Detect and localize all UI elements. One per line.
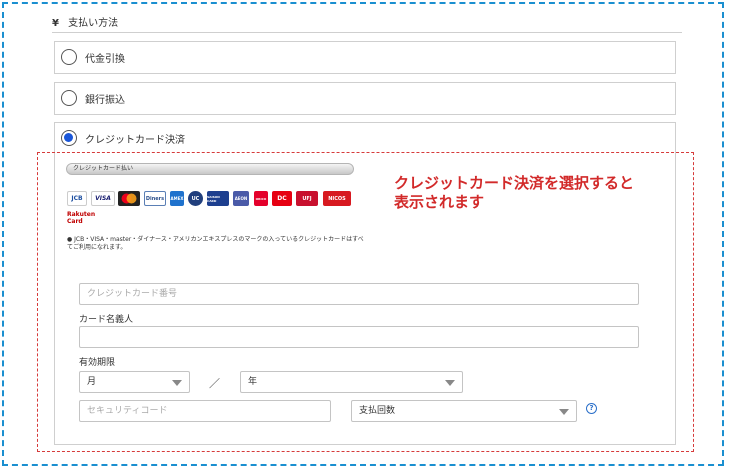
mastercard-logo (118, 191, 140, 206)
expiry-month-select[interactable]: 月 (79, 371, 190, 393)
visa-logo: VISA (91, 191, 115, 206)
expiry-month-value: 月 (87, 377, 97, 387)
installments-select[interactable]: 支払回数 (351, 400, 577, 422)
aeon-logo: AEON (233, 191, 249, 206)
payment-section-header: ¥ 支払い方法 (52, 14, 682, 33)
credit-card-tab[interactable]: クレジットカード払い (66, 163, 354, 175)
accepted-cards-note: ● JCB・VISA・master・ダイナース・アメリカンエキスプレスのマークの… (67, 236, 364, 251)
orico-logo: ORICO (254, 191, 268, 206)
security-code-input[interactable]: セキュリティコード (79, 400, 331, 422)
option-label-cod: 代金引換 (85, 54, 125, 65)
card-holder-label: カード名義人 (79, 315, 134, 325)
annotation-callout: クレジットカード決済を選択すると 表示されます (394, 174, 694, 212)
annotation-line-1: クレジットカード決済を選択すると (394, 174, 635, 192)
radio-cod[interactable] (61, 49, 77, 65)
expiry-label: 有効期限 (79, 358, 116, 368)
diners-logo: Diners (144, 191, 166, 206)
radio-bank[interactable] (61, 90, 77, 106)
payment-option-cod[interactable]: 代金引換 (54, 41, 676, 74)
option-label-bank: 銀行振込 (85, 95, 125, 106)
ufj-logo: UFJ (296, 191, 318, 206)
card-number-input[interactable]: クレジットカード番号 (79, 283, 639, 305)
saison-logo: SAISON CARD (207, 191, 229, 206)
expiry-year-value: 年 (248, 377, 258, 387)
uc-logo: UC (188, 191, 203, 206)
dc-logo: DC (272, 191, 292, 206)
yen-icon: ¥ (52, 18, 59, 29)
annotation-line-2: 表示されます (394, 193, 485, 211)
payment-section-title: 支払い方法 (68, 18, 119, 29)
card-holder-input[interactable] (79, 326, 639, 348)
help-icon[interactable]: ? (586, 403, 597, 414)
installments-value: 支払回数 (359, 406, 396, 416)
rakuten-card-logo: Rakuten Card (67, 211, 96, 225)
payment-option-bank[interactable]: 銀行振込 (54, 82, 676, 115)
chevron-down-icon (559, 409, 569, 415)
amex-logo: AMEX (170, 191, 184, 206)
jcb-logo: JCB (67, 191, 87, 206)
chevron-down-icon (445, 380, 455, 386)
expiry-year-select[interactable]: 年 (240, 371, 463, 393)
nicos-logo: NICOS (323, 191, 351, 206)
expiry-separator: ／ (209, 377, 220, 390)
chevron-down-icon (172, 380, 182, 386)
